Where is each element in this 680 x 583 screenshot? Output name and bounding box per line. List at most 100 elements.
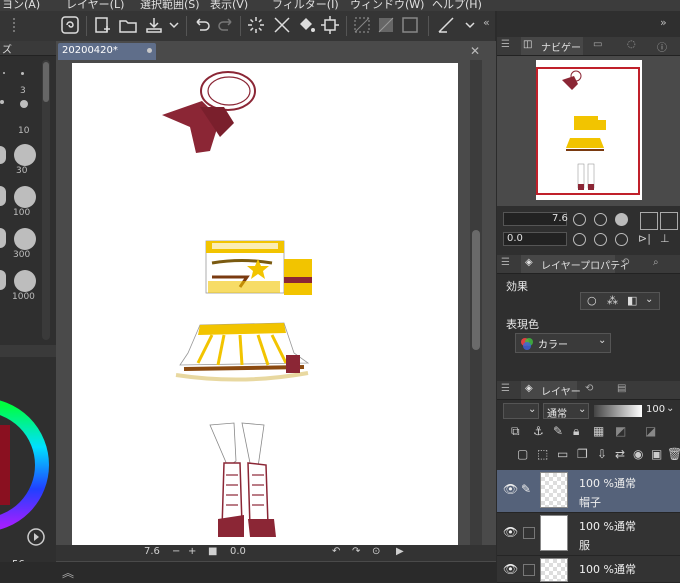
loading-icon[interactable] (246, 15, 266, 35)
reference-icon[interactable]: ⚓ (533, 424, 544, 438)
rotate-right-icon[interactable]: ↷ (352, 546, 360, 557)
ruler-icon[interactable] (436, 15, 456, 35)
tab-search-icon[interactable]: ⌕ (653, 257, 659, 268)
layer-color-icon[interactable]: ◧ (627, 294, 637, 307)
pen-icon[interactable]: ✎ (521, 482, 531, 496)
canvas-zoom-value[interactable]: 7.6 (144, 546, 160, 557)
navigator-zoom-slider[interactable]: 7.6 (503, 212, 568, 226)
transfer-icon[interactable]: ⇄ (615, 447, 625, 461)
brush-dot[interactable] (14, 186, 36, 208)
brush-dot[interactable] (14, 144, 36, 166)
menu-item-view[interactable]: 表示(V) (210, 0, 248, 11)
reset-rotation-icon[interactable]: ⊙ (372, 546, 380, 557)
canvas-angle-value[interactable]: 0.0 (230, 546, 246, 557)
delete-layer-icon[interactable]: 🗑︎ (667, 447, 680, 461)
menu-icon[interactable]: ☰ (501, 257, 510, 268)
expand-icon[interactable]: » (660, 16, 667, 29)
menu-icon[interactable]: ☰ (501, 383, 510, 394)
rotate-left-icon[interactable] (573, 233, 586, 246)
clip-icon[interactable]: ⧉ (511, 424, 520, 439)
flip-vertical-icon[interactable]: ⊥ (660, 232, 670, 245)
new-vector-layer-icon[interactable]: ⬚ (537, 447, 548, 461)
chevron-down-icon[interactable] (460, 15, 480, 35)
brush-dot[interactable] (14, 228, 36, 250)
chevron-down-icon[interactable]: ⌄ (645, 294, 653, 305)
brush-panel-scroll-thumb[interactable] (43, 62, 49, 102)
lock-transparency-icon[interactable]: ▦ (593, 424, 604, 438)
zoom-out-icon[interactable] (573, 213, 586, 226)
merge-down-icon[interactable]: ⇩ (597, 447, 607, 461)
layer-row[interactable]: 👁︎ 100 %通常 (497, 556, 680, 583)
transform-icon[interactable] (320, 15, 340, 35)
eye-icon[interactable]: 👁︎ (503, 562, 518, 576)
save-icon[interactable] (144, 15, 164, 35)
search-tab-icon[interactable]: ◌ (627, 39, 636, 50)
eye-icon[interactable]: 👁︎ (503, 525, 518, 539)
brush-dot[interactable] (3, 72, 5, 74)
layer-lock-checkbox[interactable] (523, 527, 535, 539)
layer-color-select[interactable]: ⌄ (503, 403, 539, 419)
rotate-right-icon[interactable] (594, 233, 607, 246)
tab-history-icon[interactable]: ⟲ (621, 257, 629, 268)
brush-dot[interactable] (0, 186, 6, 206)
undo-icon[interactable] (192, 15, 212, 35)
menu-item-layer[interactable]: レイヤー(L) (66, 0, 124, 11)
hide-selection-icon[interactable] (352, 15, 372, 35)
ruler-enable-icon[interactable]: ◪ (645, 424, 656, 438)
flip-horizontal-icon[interactable]: ⊳| (638, 232, 651, 245)
mask-icon[interactable]: ◉ (633, 447, 643, 461)
info-tab-icon[interactable]: ⓘ (657, 39, 667, 54)
menu-item-window[interactable]: ウィンドウ(W) (350, 0, 424, 11)
chevron-up-icon[interactable]: ︽ (62, 564, 74, 581)
canvas-scroll-thumb[interactable] (472, 230, 480, 350)
new-folder-icon[interactable]: ▭ (557, 447, 568, 461)
flip-icon[interactable]: ▶ (396, 546, 404, 557)
clear-icon[interactable] (272, 15, 292, 35)
zoom-in-icon[interactable] (594, 213, 607, 226)
navigator-view-frame[interactable] (536, 67, 640, 195)
canvas-paper[interactable] (72, 63, 458, 545)
zoom-out-icon[interactable]: − (172, 546, 180, 557)
fit-navigator-icon[interactable] (660, 212, 678, 230)
menu-item-selection[interactable]: 選択範囲(S) (140, 0, 200, 11)
blend-mode-select[interactable]: 通常 ⌄ (543, 403, 589, 420)
layer-row[interactable]: 👁︎ ✎ 100 %通常 帽子 (497, 470, 680, 513)
reset-rotation-icon[interactable] (615, 233, 628, 246)
brush-panel-scrollbar[interactable] (42, 60, 50, 340)
new-raster-layer-icon[interactable]: ▢ (517, 447, 528, 461)
new-file-icon[interactable] (92, 15, 112, 35)
fill-bucket-icon[interactable] (296, 15, 316, 35)
menu-icon[interactable]: ☰ (501, 39, 510, 50)
reference-layer-icon[interactable] (400, 15, 420, 35)
redo-icon[interactable] (216, 15, 236, 35)
open-folder-icon[interactable] (118, 15, 138, 35)
chevron-down-icon[interactable] (164, 15, 184, 35)
menu-item-animation[interactable]: ヨン(A) (2, 0, 40, 11)
clip-layer-icon[interactable] (376, 15, 396, 35)
lock-icon[interactable]: 🔒︎ (573, 424, 579, 439)
clip-studio-icon[interactable] (60, 15, 80, 35)
menu-item-help[interactable]: ヘルプ(H) (432, 0, 482, 11)
tab-history-icon[interactable]: ⟲ (585, 383, 593, 394)
fit-screen-icon[interactable] (615, 213, 628, 226)
brush-dot[interactable] (14, 270, 36, 292)
color-mode-select[interactable]: カラー ⌄ (515, 333, 611, 353)
close-icon[interactable]: ✕ (470, 44, 480, 58)
color-wheel[interactable] (0, 365, 56, 555)
mask-enable-icon[interactable]: ◩ (615, 424, 626, 438)
delete-mask-icon[interactable]: ▣ (651, 447, 662, 461)
subview-tab-icon[interactable]: ▭ (593, 39, 602, 50)
draft-icon[interactable]: ✎ (553, 424, 563, 438)
brush-dot[interactable] (21, 72, 24, 75)
fit-icon[interactable]: ■ (208, 546, 217, 557)
zoom-in-icon[interactable]: + (188, 546, 196, 557)
opacity-slider[interactable] (594, 405, 642, 417)
close-icon[interactable] (147, 48, 152, 53)
menu-item-filter[interactable]: フィルター(I) (272, 0, 339, 11)
brush-dot[interactable] (20, 100, 28, 108)
layer-row[interactable]: 👁︎ 100 %通常 服 (497, 513, 680, 556)
document-tab[interactable]: 20200420* (58, 43, 156, 60)
border-effect-icon[interactable]: ○ (587, 294, 597, 307)
brush-dot[interactable] (0, 100, 4, 104)
brush-dot[interactable] (0, 270, 6, 290)
